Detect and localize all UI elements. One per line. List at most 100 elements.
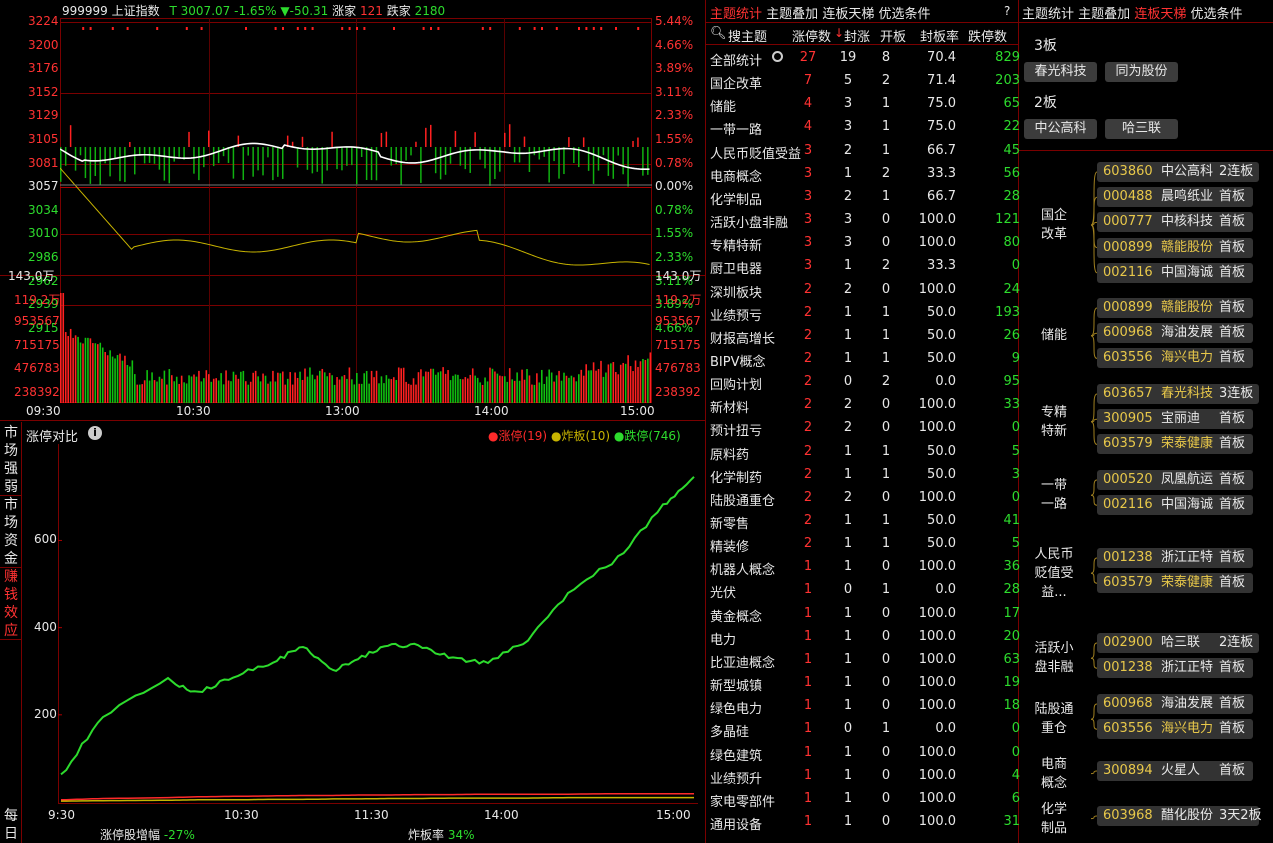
col-sealed[interactable]: 封涨 (844, 26, 870, 45)
table-row[interactable]: 储能 4 3 1 75.0 65 (708, 92, 1020, 115)
limit-dot (282, 27, 284, 30)
volume-bar (558, 370, 560, 403)
table-row[interactable]: 回购计划 2 0 2 0.0 95 (708, 370, 1020, 393)
tab-theme-overlay-r[interactable]: 主题叠加 (1078, 7, 1130, 22)
tab-daily[interactable]: 每日 (0, 807, 22, 843)
tab-filter[interactable]: 优选条件 (878, 7, 930, 22)
table-row[interactable]: 绿色电力 1 1 0 100.0 18 (708, 694, 1020, 717)
volume-bar (257, 376, 259, 403)
limit-dot (89, 27, 92, 30)
tab-money-effect[interactable]: 赚钱效应 (0, 568, 22, 640)
seal-rate: 50.0 (927, 513, 956, 528)
table-row[interactable]: 专精特新 3 3 0 100.0 80 (708, 231, 1020, 254)
table-row[interactable]: 陆股通重仓 2 2 0 100.0 0 (708, 486, 1020, 509)
volume-bar (136, 384, 139, 403)
col-opened[interactable]: 开板 (880, 26, 906, 45)
breadth-bar (592, 147, 595, 184)
table-row[interactable]: 光伏 1 0 1 0.0 28 (708, 578, 1020, 601)
table-row[interactable]: 绿色建筑 1 1 0 100.0 0 (708, 741, 1020, 764)
table-row[interactable]: 全部统计 27 19 8 70.4 829 (708, 46, 1020, 69)
theme-name: 陆股通重仓 (710, 493, 776, 509)
ladder-stock-button[interactable]: 哈三联 (1105, 119, 1178, 139)
col-limit-down[interactable]: 跌停数 (968, 26, 1007, 45)
tab-board-ladder[interactable]: 连板天梯 (822, 7, 874, 22)
search-icon[interactable]: 🔍︎ (710, 26, 727, 41)
table-row[interactable]: 厨卫电器 3 1 2 33.3 0 (708, 254, 1020, 277)
limit-dot (615, 27, 617, 30)
table-row[interactable]: 化学制品 3 2 1 66.7 28 (708, 185, 1020, 208)
breadth-bar (114, 147, 116, 159)
table-row[interactable]: BIPV概念 2 1 1 50.0 9 (708, 347, 1020, 370)
breadth-bar (346, 147, 348, 166)
ladder-stock-button[interactable]: 中公高科 (1024, 119, 1097, 139)
volume-bar (417, 372, 420, 403)
tab-char: 资 (4, 533, 18, 549)
table-row[interactable]: 黄金概念 1 1 0 100.0 17 (708, 602, 1020, 625)
breadth-bar (301, 136, 304, 147)
table-row[interactable]: 通用设备 1 1 0 100.0 31 (708, 810, 1020, 833)
table-row[interactable]: 新型城镇 1 1 0 100.0 19 (708, 671, 1020, 694)
ladder-stock-button[interactable]: 同为股份 (1105, 62, 1178, 82)
table-row[interactable]: 电商概念 3 1 2 33.3 56 (708, 162, 1020, 185)
breadth-bar (533, 147, 536, 156)
legend-dot-limit-up: ● (488, 429, 499, 443)
tab-char: 场 (4, 515, 18, 531)
volume-bar (565, 375, 568, 403)
limit-down-count: 28 (1003, 188, 1020, 204)
table-row[interactable]: 人民币贬值受益 3 2 1 66.7 45 (708, 139, 1020, 162)
volume-tick: 119.2万 (655, 292, 702, 307)
volume-bar (560, 380, 563, 403)
table-row[interactable]: 国企改革 7 5 2 71.4 203 (708, 69, 1020, 92)
help-icon[interactable]: ? (1004, 4, 1010, 18)
col-seal-rate[interactable]: 封板率 (920, 26, 959, 45)
table-row[interactable]: 原料药 2 1 1 50.0 5 (708, 440, 1020, 463)
limit-down-count: 0 (1011, 420, 1020, 436)
table-row[interactable]: 家电零部件 1 1 0 100.0 6 (708, 787, 1020, 810)
tab-theme-stats-r[interactable]: 主题统计 (1022, 7, 1074, 22)
x-tick: 15:00 (656, 808, 691, 822)
limit-down-count: 5 (1011, 536, 1020, 552)
table-row[interactable]: 活跃小盘非融 3 3 0 100.0 121 (708, 208, 1020, 231)
volume-bar (452, 375, 454, 403)
breadth-bar (632, 140, 634, 147)
table-row[interactable]: 机器人概念 1 1 0 100.0 36 (708, 555, 1020, 578)
limit-dot (592, 27, 595, 30)
col-limit-up[interactable]: 涨停数 (792, 26, 831, 45)
table-row[interactable]: 多晶硅 1 0 1 0.0 0 (708, 717, 1020, 740)
tab-market-strength[interactable]: 市场强弱 (0, 424, 22, 496)
table-row[interactable]: 新零售 2 1 1 50.0 41 (708, 509, 1020, 532)
table-row[interactable]: 财报高增长 2 1 1 50.0 26 (708, 324, 1020, 347)
table-row[interactable]: 比亚迪概念 1 1 0 100.0 63 (708, 648, 1020, 671)
volume-bar (457, 374, 459, 403)
table-row[interactable]: 电力 1 1 0 100.0 20 (708, 625, 1020, 648)
info-icon[interactable]: i (88, 426, 102, 440)
table-row[interactable]: 业绩预升 1 1 0 100.0 4 (708, 764, 1020, 787)
volume-bar (627, 355, 629, 403)
price-tick: 3152 (28, 84, 59, 99)
table-row[interactable]: 化学制药 2 1 1 50.0 3 (708, 463, 1020, 486)
table-row[interactable]: 深圳板块 2 2 0 100.0 24 (708, 278, 1020, 301)
circle-icon[interactable] (772, 51, 783, 62)
breadth-bar (208, 130, 210, 147)
volume-bar (353, 384, 356, 403)
tab-theme-overlay[interactable]: 主题叠加 (766, 7, 818, 22)
volume-bar (60, 293, 62, 403)
volume-bar (212, 378, 215, 403)
volume-bar (143, 380, 146, 403)
ladder-stock-button[interactable]: 春光科技 (1024, 62, 1097, 82)
tab-board-ladder-r[interactable]: 连板天梯 (1134, 7, 1186, 22)
table-row[interactable]: 一带一路 4 3 1 75.0 22 (708, 115, 1020, 138)
limit-down-count: 95 (1003, 374, 1020, 390)
tab-filter-r[interactable]: 优选条件 (1190, 7, 1242, 22)
table-row[interactable]: 预计扭亏 2 2 0 100.0 0 (708, 416, 1020, 439)
breadth-bar (212, 147, 215, 167)
table-row[interactable]: 业绩预亏 2 1 1 50.0 193 (708, 301, 1020, 324)
table-row[interactable]: 精装修 2 1 1 50.0 5 (708, 532, 1020, 555)
compare-chart[interactable] (58, 444, 698, 804)
table-row[interactable]: 新材料 2 2 0 100.0 33 (708, 393, 1020, 416)
theme-search-input[interactable]: 搜主题 (728, 26, 767, 45)
tab-theme-stats[interactable]: 主题统计 (710, 7, 762, 22)
index-chart[interactable] (60, 18, 652, 403)
tab-market-capital[interactable]: 市场资金 (0, 496, 22, 568)
volume-bar (430, 368, 432, 403)
